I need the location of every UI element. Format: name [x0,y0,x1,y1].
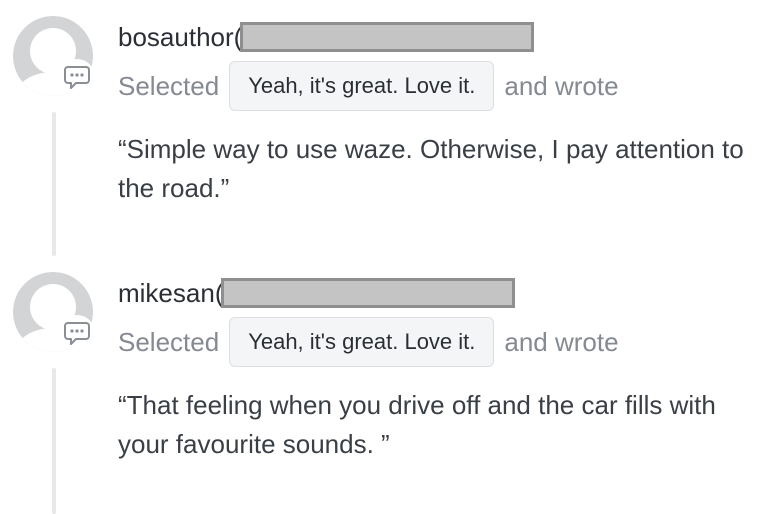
wrote-label: and wrote [504,326,619,357]
redacted-email [240,22,535,52]
comment-text: “That feeling when you drive off and the… [118,390,716,459]
selected-label: Selected [118,326,220,357]
selected-answer-row: Selected Yeah, it's great. Love it. and … [118,60,619,112]
selected-choice-chip: Yeah, it's great. Love it. [229,317,495,367]
timeline-line [52,112,56,256]
selected-answer-row: Selected Yeah, it's great. Love it. and … [118,316,619,368]
username[interactable]: mikesan( [118,278,223,309]
wrote-label: and wrote [504,70,619,101]
entry-header: bosauthor( [118,20,535,54]
comment-bubble-icon [59,315,95,351]
comment-text: “Simple way to use waze. Otherwise, I pa… [118,134,744,203]
redacted-email [221,278,516,308]
response-entry: bosauthor( Selected Yeah, it's great. Lo… [0,0,766,256]
selected-label: Selected [118,70,220,101]
response-feed: bosauthor( Selected Yeah, it's great. Lo… [0,0,766,514]
comment-bubble-icon [59,59,95,95]
timeline-line [52,368,56,514]
selected-choice-chip: Yeah, it's great. Love it. [229,61,495,111]
entry-header: mikesan( [118,276,516,310]
response-entry: mikesan( Selected Yeah, it's great. Love… [0,256,766,514]
username[interactable]: bosauthor( [118,22,242,53]
